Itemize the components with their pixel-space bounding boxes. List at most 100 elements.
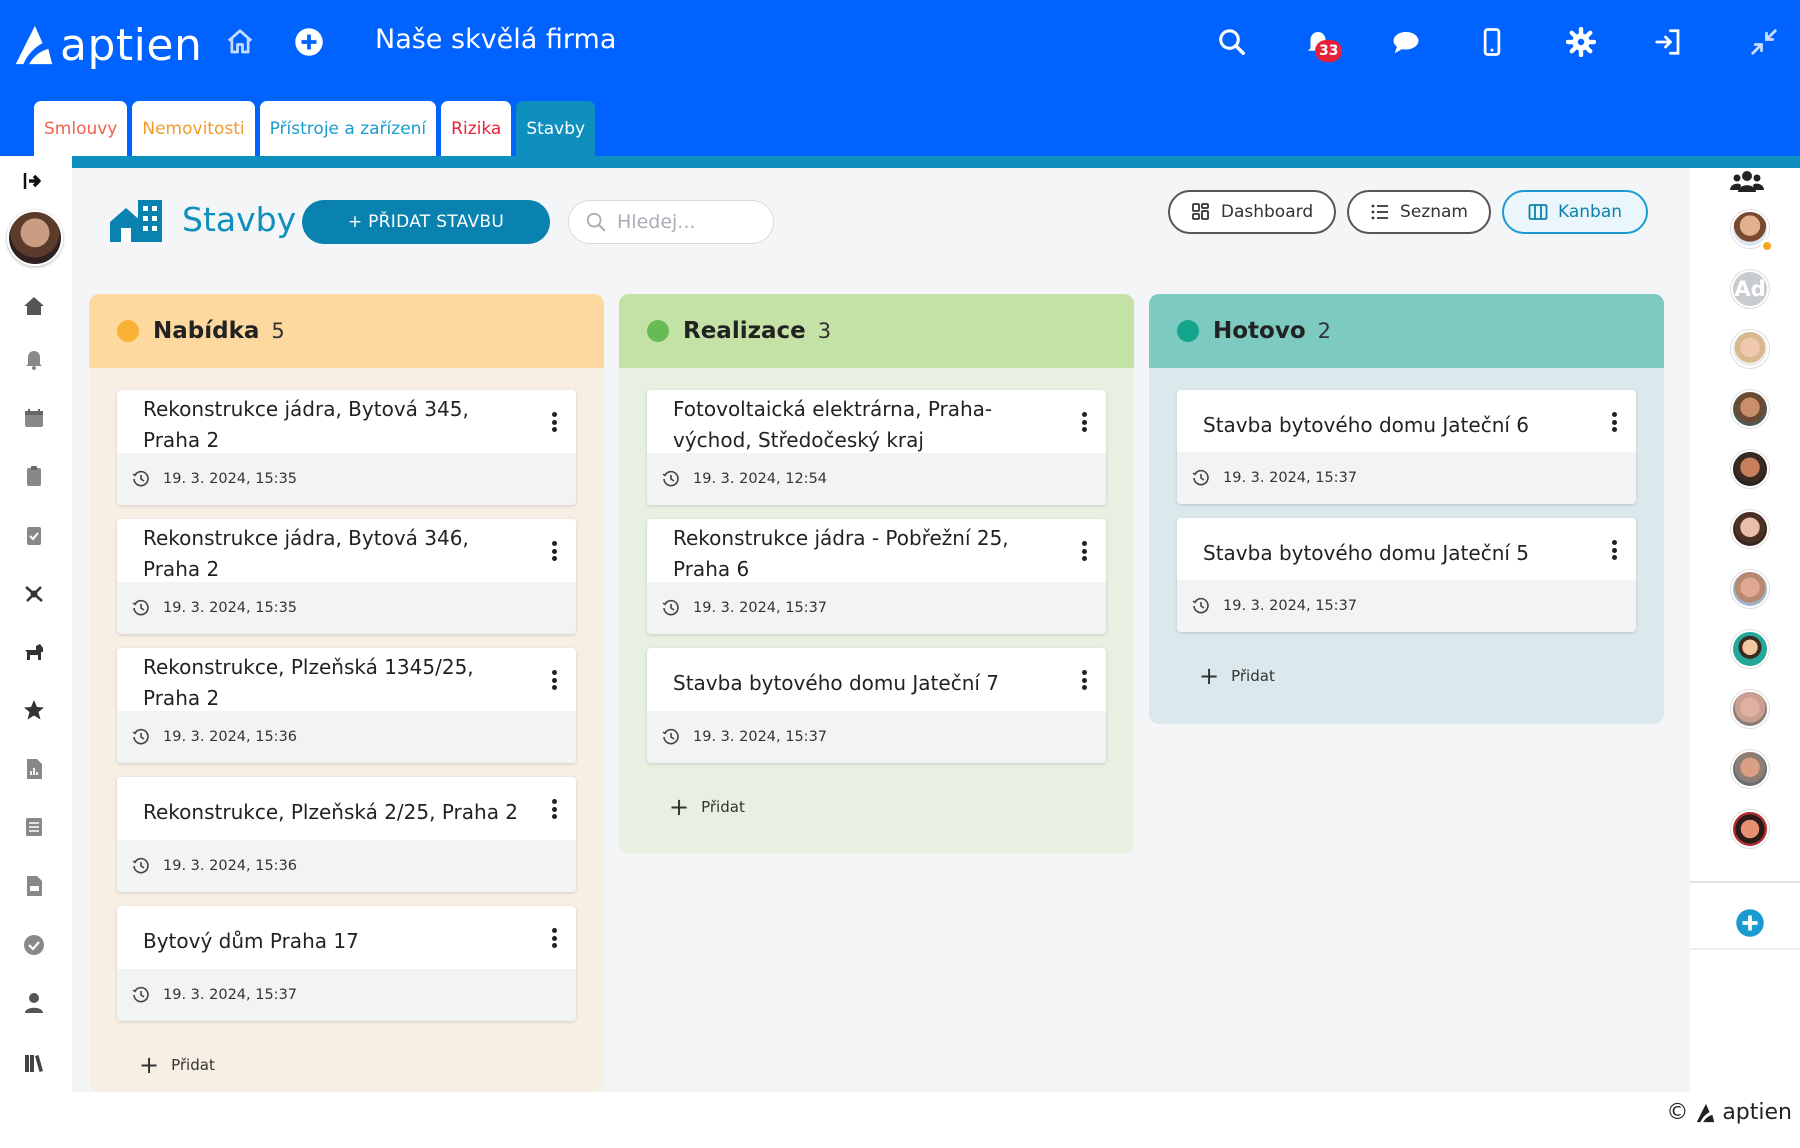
card-title: Rekonstrukce, Plzeňská 2/25, Praha 2 xyxy=(143,799,519,824)
nav-notifications[interactable] xyxy=(19,344,49,374)
notification-badge: 33 xyxy=(1315,40,1343,62)
kebab-icon xyxy=(1611,540,1617,545)
home-button[interactable] xyxy=(220,22,260,62)
card-menu-button[interactable] xyxy=(1074,537,1094,565)
nav-documents[interactable] xyxy=(19,871,49,901)
team-member-avatar[interactable] xyxy=(1731,390,1769,428)
card-menu-button[interactable] xyxy=(1074,408,1094,436)
tab-nemovitosti[interactable]: Nemovitosti xyxy=(132,101,255,156)
kanban-card[interactable]: Rekonstrukce, Plzeňská 1345/25, Praha 2 … xyxy=(117,648,576,763)
search-input[interactable] xyxy=(617,211,757,233)
arrow-right-bar-icon xyxy=(23,173,41,189)
team-icon xyxy=(1730,171,1764,192)
team-member-avatar[interactable]: Ad xyxy=(1731,270,1769,308)
column-body: Rekonstrukce jádra, Bytová 345, Praha 2 … xyxy=(89,368,604,1095)
add-card-button[interactable]: + Přidat xyxy=(1177,646,1636,706)
kanban-card[interactable]: Stavba bytového domu Jateční 6 19. 3. 20… xyxy=(1177,390,1636,504)
expand-sidebar-button[interactable] xyxy=(19,166,49,196)
card-menu-button[interactable] xyxy=(544,666,564,694)
kanban-card[interactable]: Stavba bytového domu Jateční 5 19. 3. 20… xyxy=(1177,518,1636,632)
logo-text: aptien xyxy=(60,19,203,71)
nav-library[interactable] xyxy=(19,1048,49,1078)
column-title: Realizace xyxy=(683,318,806,344)
tab-stavby[interactable]: Stavby xyxy=(516,101,596,156)
search-box xyxy=(568,200,774,244)
aptien-logo[interactable]: aptien xyxy=(10,18,202,72)
history-icon xyxy=(132,728,149,745)
add-button[interactable] xyxy=(289,22,329,62)
books-icon xyxy=(25,1055,43,1072)
add-card-button[interactable]: + Přidat xyxy=(647,777,1106,837)
team-member-avatar[interactable] xyxy=(1731,570,1769,608)
view-kanban-button[interactable]: Kanban xyxy=(1502,190,1648,234)
card-menu-button[interactable] xyxy=(1604,408,1624,436)
nav-reports[interactable] xyxy=(19,754,49,784)
grid-icon xyxy=(1191,203,1209,220)
search-icon xyxy=(586,212,606,232)
page-title: Stavby xyxy=(182,200,297,239)
aptien-logo-icon xyxy=(15,25,53,65)
team-member-avatar[interactable] xyxy=(1731,630,1769,668)
card-title: Rekonstrukce, Plzeňská 1345/25, Praha 2 xyxy=(143,655,474,710)
card-menu-button[interactable] xyxy=(544,795,564,823)
compress-icon xyxy=(1751,29,1777,55)
add-building-button[interactable]: + PŘIDAT STAVBU xyxy=(302,200,550,244)
add-team-member-icon[interactable] xyxy=(1735,908,1765,938)
team-member-avatar[interactable] xyxy=(1731,510,1769,548)
kanban-card[interactable]: Stavba bytového domu Jateční 7 19. 3. 20… xyxy=(647,648,1106,763)
nav-calendar[interactable] xyxy=(19,403,49,433)
settings-button[interactable] xyxy=(1561,22,1601,62)
right-sidebar: Ad xyxy=(1690,168,1800,1092)
collapse-button[interactable] xyxy=(1744,22,1784,62)
nav-favorites[interactable] xyxy=(19,695,49,725)
card-date: 19. 3. 2024, 12:54 xyxy=(693,471,828,487)
status-dot xyxy=(117,320,139,342)
nav-clipboard[interactable] xyxy=(19,461,49,491)
user-avatar[interactable] xyxy=(7,210,63,266)
columns-icon xyxy=(1528,204,1548,220)
history-icon xyxy=(662,599,679,616)
nav-lists[interactable] xyxy=(19,812,49,842)
star-icon xyxy=(24,700,44,720)
column-count: 3 xyxy=(817,319,832,343)
add-card-button[interactable]: + Přidat xyxy=(117,1035,576,1095)
team-member-avatar[interactable] xyxy=(1731,810,1769,848)
kanban-card[interactable]: Fotovoltaická elektrárna, Praha-východ, … xyxy=(647,390,1106,505)
team-member-avatar[interactable] xyxy=(1731,450,1769,488)
team-member-avatar[interactable] xyxy=(1731,750,1769,788)
mobile-button[interactable] xyxy=(1472,22,1512,62)
tab-pristroje[interactable]: Přístroje a zařízení xyxy=(259,101,437,156)
view-dashboard-button[interactable]: Dashboard xyxy=(1168,190,1336,234)
logout-button[interactable] xyxy=(1648,22,1688,62)
list-icon xyxy=(1371,204,1389,220)
kebab-icon xyxy=(1611,412,1617,417)
tab-rizika[interactable]: Rizika xyxy=(441,101,512,156)
kanban-card[interactable]: Rekonstrukce, Plzeňská 2/25, Praha 2 19.… xyxy=(117,777,576,892)
team-member-avatar[interactable] xyxy=(1731,330,1769,368)
nav-home[interactable] xyxy=(19,291,49,321)
card-menu-button[interactable] xyxy=(1074,666,1094,694)
card-menu-button[interactable] xyxy=(544,924,564,952)
nav-approvals[interactable] xyxy=(19,930,49,960)
nav-users[interactable] xyxy=(19,988,49,1018)
column-header: Nabídka 5 xyxy=(89,294,604,368)
kanban-card[interactable]: Rekonstrukce jádra, Bytová 346, Praha 2 … xyxy=(117,519,576,634)
kanban-card[interactable]: Bytový dům Praha 17 19. 3. 2024, 15:37 xyxy=(117,906,576,1021)
tab-smlouvy[interactable]: Smlouvy xyxy=(34,101,128,156)
search-button[interactable] xyxy=(1212,22,1252,62)
nav-tasks[interactable] xyxy=(19,520,49,550)
company-name[interactable]: Naše skvělá firma xyxy=(375,24,616,55)
card-menu-button[interactable] xyxy=(544,408,564,436)
kanban-card[interactable]: Rekonstrukce jádra, Bytová 345, Praha 2 … xyxy=(117,390,576,505)
kanban-card[interactable]: Rekonstrukce jádra - Pobřežní 25, Praha … xyxy=(647,519,1106,634)
chat-button[interactable] xyxy=(1386,22,1426,62)
card-menu-button[interactable] xyxy=(1604,536,1624,564)
team-member-avatar[interactable] xyxy=(1731,690,1769,728)
card-title: Fotovoltaická elektrárna, Praha-východ, … xyxy=(673,397,993,452)
view-list-button[interactable]: Seznam xyxy=(1347,190,1491,234)
nav-network[interactable] xyxy=(19,579,49,609)
plus-icon: + xyxy=(139,1051,160,1079)
card-menu-button[interactable] xyxy=(544,537,564,565)
history-icon xyxy=(132,986,149,1003)
nav-animals[interactable] xyxy=(19,637,49,667)
